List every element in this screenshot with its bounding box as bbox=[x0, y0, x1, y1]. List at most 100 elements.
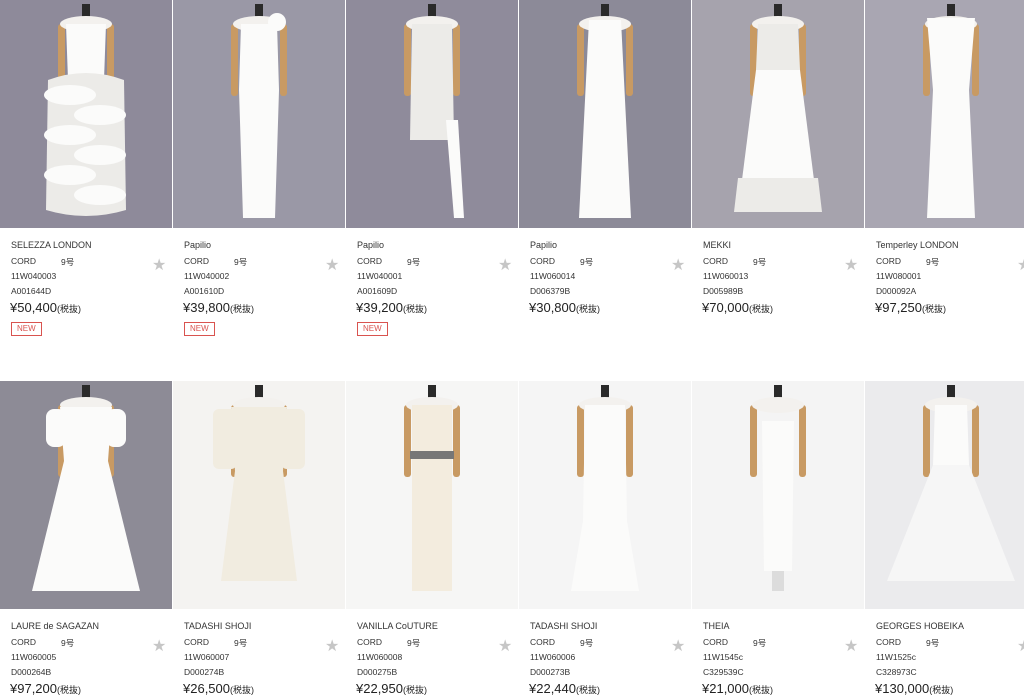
product-image[interactable] bbox=[346, 381, 518, 609]
product-brand[interactable]: Papilio bbox=[357, 240, 384, 250]
product-price: ¥30,800(税抜) bbox=[529, 300, 600, 315]
product-price: ¥50,400(税抜) bbox=[10, 300, 81, 315]
product-card[interactable]: Papilio CORD 9号 11W060014 D006379B ¥30,800(税抜… bbox=[519, 0, 691, 370]
product-card[interactable]: VANILLA CoUTURE CORD 9号 11W060008 D000275B ¥2… bbox=[346, 381, 518, 700]
dress-photo bbox=[0, 381, 172, 609]
tax-label: (税抜) bbox=[230, 685, 254, 695]
product-sku: A001610D bbox=[184, 286, 225, 296]
product-sku: D005989B bbox=[703, 286, 744, 296]
product-sku: C328973C bbox=[876, 667, 917, 677]
product-size: 9号 bbox=[61, 638, 75, 648]
product-size: 9号 bbox=[234, 257, 248, 267]
product-image[interactable] bbox=[173, 381, 345, 609]
favorite-star-icon[interactable]: ★ bbox=[152, 258, 166, 274]
product-size: 9号 bbox=[234, 638, 248, 648]
favorite-star-icon[interactable]: ★ bbox=[844, 258, 858, 274]
product-brand[interactable]: Temperley LONDON bbox=[876, 240, 959, 250]
product-card[interactable]: Papilio CORD 9号 11W040002 A001610D ¥39,800(税抜… bbox=[173, 0, 345, 370]
product-cord-label: CORD bbox=[876, 637, 902, 647]
product-image[interactable] bbox=[519, 0, 691, 228]
favorite-star-icon[interactable]: ★ bbox=[671, 258, 685, 274]
product-image[interactable] bbox=[0, 381, 172, 609]
product-sku: D000264B bbox=[11, 667, 52, 677]
dress-photo bbox=[692, 381, 864, 609]
product-card[interactable]: MEKKI CORD 9号 11W060013 D005989B ¥70,000(税抜) ★ bbox=[692, 0, 864, 370]
product-image[interactable] bbox=[692, 0, 864, 228]
favorite-star-icon[interactable]: ★ bbox=[1017, 639, 1024, 655]
product-image[interactable] bbox=[173, 0, 345, 228]
product-sku: D000092A bbox=[876, 286, 917, 296]
product-sku: D000273B bbox=[530, 667, 571, 677]
dress-photo bbox=[346, 0, 518, 228]
product-code: 11W1545c bbox=[703, 652, 744, 662]
product-card[interactable]: GEORGES HOBEIKA CORD 9号 11W1525c C328973C ¥13… bbox=[865, 381, 1024, 700]
favorite-star-icon[interactable]: ★ bbox=[498, 258, 512, 274]
product-image[interactable] bbox=[692, 381, 864, 609]
product-sku: D000274B bbox=[184, 667, 225, 677]
product-price: ¥130,000(税抜) bbox=[875, 681, 953, 696]
product-card[interactable]: Papilio CORD 9号 11W040001 A001609D ¥39,200(税抜… bbox=[346, 0, 518, 370]
product-brand[interactable]: SELEZZA LONDON bbox=[11, 240, 92, 250]
product-brand[interactable]: Papilio bbox=[184, 240, 211, 250]
product-image[interactable] bbox=[346, 0, 518, 228]
favorite-star-icon[interactable]: ★ bbox=[844, 639, 858, 655]
dress-photo bbox=[519, 381, 691, 609]
tax-label: (税抜) bbox=[230, 304, 254, 314]
favorite-star-icon[interactable]: ★ bbox=[498, 639, 512, 655]
product-brand[interactable]: THEIA bbox=[703, 621, 730, 631]
product-code: 11W060007 bbox=[184, 652, 230, 662]
product-size: 9号 bbox=[926, 257, 940, 267]
product-card[interactable]: Temperley LONDON CORD 9号 11W080001 D000092A ¥… bbox=[865, 0, 1024, 370]
product-code: 11W040002 bbox=[184, 271, 230, 281]
price-value: ¥130,000 bbox=[875, 681, 930, 696]
product-code: 11W080001 bbox=[876, 271, 922, 281]
favorite-star-icon[interactable]: ★ bbox=[325, 639, 339, 655]
product-price: ¥26,500(税抜) bbox=[183, 681, 254, 696]
product-brand[interactable]: LAURE de SAGAZAN bbox=[11, 621, 99, 631]
product-price: ¥22,950(税抜) bbox=[356, 681, 427, 696]
price-value: ¥97,200 bbox=[10, 681, 57, 696]
product-price: ¥22,440(税抜) bbox=[529, 681, 600, 696]
product-price: ¥21,000(税抜) bbox=[702, 681, 773, 696]
tax-label: (税抜) bbox=[403, 304, 427, 314]
product-brand[interactable]: Papilio bbox=[530, 240, 557, 250]
product-code: 11W060005 bbox=[11, 652, 57, 662]
favorite-star-icon[interactable]: ★ bbox=[671, 639, 685, 655]
product-image[interactable] bbox=[0, 0, 172, 228]
product-image[interactable] bbox=[865, 381, 1024, 609]
tax-label: (税抜) bbox=[929, 685, 954, 695]
price-value: ¥22,440 bbox=[529, 681, 576, 696]
favorite-star-icon[interactable]: ★ bbox=[325, 258, 339, 274]
product-sku: C329539C bbox=[703, 667, 744, 677]
product-card[interactable]: SELEZZA LONDON CORD 9号 11W040003 A001644D ¥50… bbox=[0, 0, 172, 370]
product-code: 11W060013 bbox=[703, 271, 749, 281]
product-card[interactable]: THEIA CORD 9号 11W1545c C329539C ¥21,000(税抜) ★ bbox=[692, 381, 864, 700]
product-brand[interactable]: TADASHI SHOJI bbox=[184, 621, 251, 631]
product-cord-label: CORD bbox=[11, 256, 37, 266]
product-cord-label: CORD bbox=[11, 637, 37, 647]
dress-photo bbox=[173, 0, 345, 228]
product-brand[interactable]: TADASHI SHOJI bbox=[530, 621, 597, 631]
product-image[interactable] bbox=[865, 0, 1024, 228]
favorite-star-icon[interactable]: ★ bbox=[152, 639, 166, 655]
product-price: ¥39,200(税抜) bbox=[356, 300, 427, 315]
product-brand[interactable]: VANILLA CoUTURE bbox=[357, 621, 438, 631]
product-size: 9号 bbox=[580, 257, 594, 267]
product-price: ¥70,000(税抜) bbox=[702, 300, 773, 315]
dress-photo bbox=[519, 0, 691, 228]
product-brand[interactable]: GEORGES HOBEIKA bbox=[876, 621, 964, 631]
product-cord-label: CORD bbox=[876, 256, 902, 266]
product-brand[interactable]: MEKKI bbox=[703, 240, 731, 250]
product-card[interactable]: TADASHI SHOJI CORD 9号 11W060006 D000273B ¥22,… bbox=[519, 381, 691, 700]
dress-photo bbox=[0, 0, 172, 228]
product-image[interactable] bbox=[519, 381, 691, 609]
product-card[interactable]: TADASHI SHOJI CORD 9号 11W060007 D000274B ¥26,… bbox=[173, 381, 345, 700]
new-badge: NEW bbox=[184, 322, 215, 336]
favorite-star-icon[interactable]: ★ bbox=[1017, 258, 1024, 274]
price-value: ¥39,800 bbox=[183, 300, 230, 315]
product-card[interactable]: LAURE de SAGAZAN CORD 9号 11W060005 D000264B ¥… bbox=[0, 381, 172, 700]
product-grid: SELEZZA LONDON CORD 9号 11W040003 A001644D ¥50… bbox=[0, 0, 1024, 700]
product-sku: A001644D bbox=[11, 286, 52, 296]
tax-label: (税抜) bbox=[57, 685, 81, 695]
price-value: ¥22,950 bbox=[356, 681, 403, 696]
